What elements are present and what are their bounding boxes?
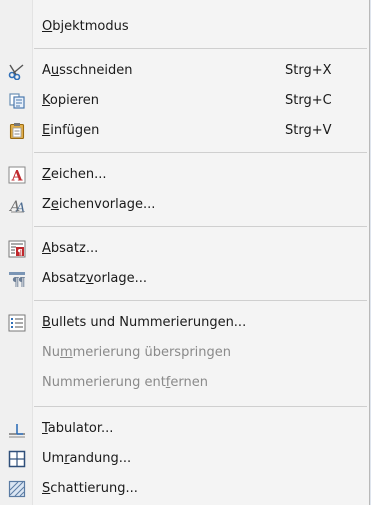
svg-text:¶: ¶: [17, 248, 22, 257]
menu-item-label: Objektmodus: [42, 19, 129, 34]
menu-item-kopieren[interactable]: Kopieren Strg+C: [0, 88, 369, 114]
menu-item-einfuegen[interactable]: Einfügen Strg+V: [0, 118, 369, 144]
menu-item-label: Zeichen...: [42, 167, 107, 182]
menu-item-objektmodus[interactable]: Objektmodus: [0, 14, 369, 40]
menu-item-label: Absatzvorlage...: [42, 271, 148, 286]
menu-item-tabulator[interactable]: Tabulator...: [0, 416, 369, 442]
menu-item-nummerierung-entfernen: Nummerierung entfernen: [0, 370, 369, 396]
menu-item-zeichen[interactable]: A Zeichen...: [0, 162, 369, 188]
menu-item-absatzvorlage[interactable]: ¶ ¶ Absatzvorlage...: [0, 266, 369, 292]
menu-item-label: Nummerierung überspringen: [42, 345, 232, 360]
shortcut-text: Strg+V: [285, 123, 332, 138]
paste-icon: [8, 122, 26, 140]
menu-item-ausschneiden[interactable]: Ausschneiden Strg+X: [0, 58, 369, 84]
shortcut-text: Strg+X: [285, 63, 332, 78]
menu-item-label: Kopieren: [42, 93, 100, 108]
svg-text:¶: ¶: [18, 275, 26, 288]
scissors-icon: [8, 62, 26, 80]
tab-icon: [8, 420, 26, 438]
menu-item-label: Nummerierung entfernen: [42, 375, 208, 390]
menu-item-label: Tabulator...: [42, 421, 114, 436]
shortcut-text: Strg+C: [285, 93, 332, 108]
svg-text:A: A: [11, 169, 24, 185]
shading-icon: [8, 480, 26, 498]
menu-separator: [34, 152, 367, 153]
bullets-icon: [8, 314, 26, 332]
menu-item-zeichenvorlage[interactable]: AA Zeichenvorlage...: [0, 192, 369, 218]
menu-item-label: Umrandung...: [42, 451, 132, 466]
character-style-icon: AA: [8, 196, 26, 214]
menu-item-schattierung[interactable]: Schattierung...: [0, 476, 369, 502]
menu-separator: [34, 226, 367, 227]
copy-icon: [8, 92, 26, 110]
menu-item-nummerierung-ueberspringen: Nummerierung überspringen: [0, 340, 369, 366]
paragraph-icon: ¶: [8, 240, 26, 258]
menu-separator: [34, 406, 367, 407]
menu-item-bullets[interactable]: Bullets und Nummerierungen...: [0, 310, 369, 336]
character-icon: A: [8, 166, 26, 184]
context-menu: Objektmodus Ausschneiden Strg+X Kopieren…: [0, 0, 370, 505]
menu-item-label: Schattierung...: [42, 481, 138, 496]
menu-item-label: Bullets und Nummerierungen...: [42, 315, 247, 330]
menu-separator: [34, 48, 367, 49]
screen: { "menu": { "objektmodus": {"pre": "", "…: [0, 0, 371, 505]
menu-item-label: Ausschneiden: [42, 63, 133, 78]
menu-item-absatz[interactable]: ¶ Absatz...: [0, 236, 369, 262]
menu-item-label: Einfügen: [42, 123, 100, 138]
border-icon: [8, 450, 26, 468]
menu-item-label: Zeichenvorlage...: [42, 197, 156, 212]
paragraph-style-icon: ¶ ¶: [8, 270, 26, 288]
menu-item-label: Absatz...: [42, 241, 99, 256]
menu-separator: [34, 300, 367, 301]
menu-item-umrandung[interactable]: Umrandung...: [0, 446, 369, 472]
